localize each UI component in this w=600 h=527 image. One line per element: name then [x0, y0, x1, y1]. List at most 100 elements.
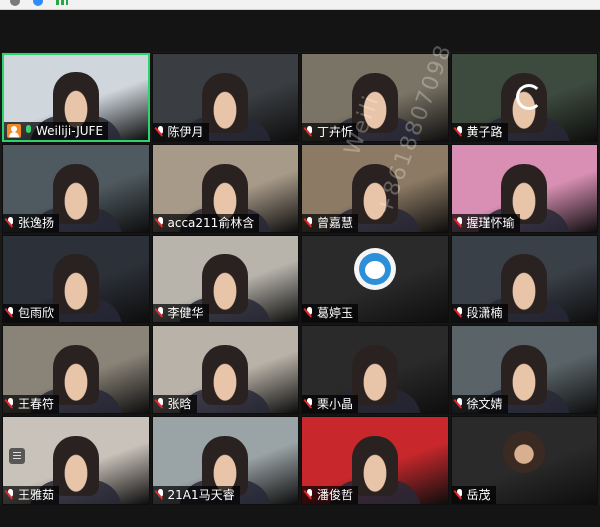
shield-icon[interactable]: [33, 0, 43, 6]
microphone-muted-icon: [455, 398, 464, 410]
participant-name: Weiliji-JUFE: [36, 123, 104, 138]
participant-nameplate: 陈伊月: [152, 122, 209, 141]
window-control-icon[interactable]: [10, 0, 20, 6]
participant-face: [52, 436, 99, 496]
microphone-muted-icon: [156, 125, 165, 138]
video-tile[interactable]: 徐文婧: [450, 325, 598, 415]
video-tile[interactable]: 握瑾怀瑜: [450, 143, 598, 233]
profile-avatar: [503, 431, 546, 474]
microphone-muted-icon: [6, 307, 15, 319]
microphone-icon: [24, 124, 33, 137]
microphone-muted-icon: [305, 307, 314, 319]
microphone-muted-icon: [156, 216, 165, 229]
participant-name: 张晗: [167, 397, 192, 412]
video-tile[interactable]: 张晗: [151, 325, 299, 415]
microphone-muted-icon: [6, 489, 15, 501]
microphone-muted-icon: [6, 216, 15, 229]
microphone-muted-icon: [305, 216, 314, 229]
participant-name: 段潇楠: [466, 306, 503, 321]
participant-name: 葛婷玉: [317, 306, 354, 321]
participant-face: [202, 72, 249, 133]
participant-nameplate: 王春符: [3, 395, 60, 414]
participant-nameplate: 张晗: [152, 395, 197, 414]
participant-name: 包雨欣: [18, 306, 55, 321]
participant-nameplate: 潘俊哲: [302, 486, 359, 504]
participant-face: [52, 163, 99, 224]
participant-nameplate: Weiliji-JUFE: [4, 121, 109, 140]
video-tile[interactable]: 葛婷玉: [301, 234, 449, 324]
participant-nameplate: 段潇楠: [451, 304, 508, 323]
participant-name: 曾嘉慧: [317, 215, 354, 230]
participant-nameplate: 徐文婧: [451, 395, 508, 414]
participant-nameplate: 丁卉忻: [302, 122, 359, 141]
video-gallery: Weiliji-JUFE 陈伊月 丁卉忻 黄子路张逸扬 acca211俞林含 曾嘉慧 握瑾怀…: [2, 53, 598, 505]
participant-nameplate: 栗小晶: [302, 395, 359, 414]
video-tile[interactable]: Weiliji-JUFE: [2, 53, 150, 142]
video-tile[interactable]: acca211俞林含: [151, 143, 299, 233]
participant-name: 丁卉忻: [317, 124, 354, 139]
profile-avatar: [353, 247, 396, 290]
participant-nameplate: 岳茂: [451, 486, 496, 504]
menu-icon[interactable]: [9, 448, 25, 464]
microphone-muted-icon: [455, 216, 464, 229]
participant-name: 王雅茹: [18, 488, 55, 502]
participant-nameplate: 黄子路: [451, 122, 508, 141]
host-icon: [7, 123, 21, 138]
participant-face: [351, 345, 398, 406]
video-tile[interactable]: 张逸扬: [2, 143, 150, 233]
participant-name: 岳茂: [466, 488, 491, 502]
participant-nameplate: 握瑾怀瑜: [451, 213, 520, 232]
microphone-muted-icon: [305, 398, 314, 410]
microphone-muted-icon: [455, 307, 464, 319]
participant-name: 王春符: [18, 397, 55, 412]
loading-icon: [515, 84, 542, 110]
video-tile[interactable]: 王春符: [2, 325, 150, 415]
microphone-muted-icon: [455, 125, 464, 138]
video-tile[interactable]: 潘俊哲: [301, 416, 449, 505]
video-tile[interactable]: 丁卉忻: [301, 53, 449, 142]
participant-name: acca211俞林含: [167, 215, 255, 230]
video-tile[interactable]: 包雨欣: [2, 234, 150, 324]
video-tile[interactable]: 栗小晶: [301, 325, 449, 415]
microphone-muted-icon: [455, 489, 464, 501]
top-toolbar: [0, 10, 600, 52]
participant-face: [351, 163, 398, 224]
participant-face: [202, 345, 249, 406]
participant-nameplate: 李健华: [152, 304, 209, 323]
video-tile[interactable]: 黄子路: [450, 53, 598, 142]
participant-face: [52, 254, 99, 315]
signal-icon[interactable]: [56, 0, 68, 5]
participant-nameplate: 张逸扬: [3, 213, 60, 232]
video-tile[interactable]: 曾嘉慧: [301, 143, 449, 233]
microphone-muted-icon: [305, 125, 314, 138]
participant-nameplate: 包雨欣: [3, 304, 60, 323]
microphone-muted-icon: [156, 489, 165, 501]
participant-face: [52, 345, 99, 406]
participant-face: [202, 254, 249, 315]
participant-face: [501, 254, 548, 315]
participant-name: 李健华: [167, 306, 204, 321]
participant-face: [351, 72, 398, 133]
video-tile[interactable]: 陈伊月: [151, 53, 299, 142]
microphone-muted-icon: [156, 398, 165, 410]
microphone-muted-icon: [6, 398, 15, 410]
participant-nameplate: 王雅茹: [3, 486, 60, 504]
video-tile[interactable]: 李健华: [151, 234, 299, 324]
microphone-muted-icon: [156, 307, 165, 319]
bottom-toolbar: [0, 505, 600, 527]
participant-name: 张逸扬: [18, 215, 55, 230]
video-tile[interactable]: 段潇楠: [450, 234, 598, 324]
participant-nameplate: acca211俞林含: [152, 213, 260, 232]
participant-nameplate: 葛婷玉: [302, 304, 359, 323]
video-tile[interactable]: 21A1马天睿: [151, 416, 299, 505]
participant-name: 握瑾怀瑜: [466, 215, 515, 230]
participant-name: 徐文婧: [466, 397, 503, 412]
video-tile[interactable]: 王雅茹: [2, 416, 150, 505]
window-titlebar: [0, 0, 600, 10]
participant-face: [501, 345, 548, 406]
participant-face: [351, 436, 398, 496]
microphone-muted-icon: [305, 489, 314, 501]
video-tile[interactable]: 岳茂: [450, 416, 598, 505]
participant-name: 陈伊月: [167, 124, 204, 139]
participant-name: 21A1马天睿: [167, 488, 235, 502]
